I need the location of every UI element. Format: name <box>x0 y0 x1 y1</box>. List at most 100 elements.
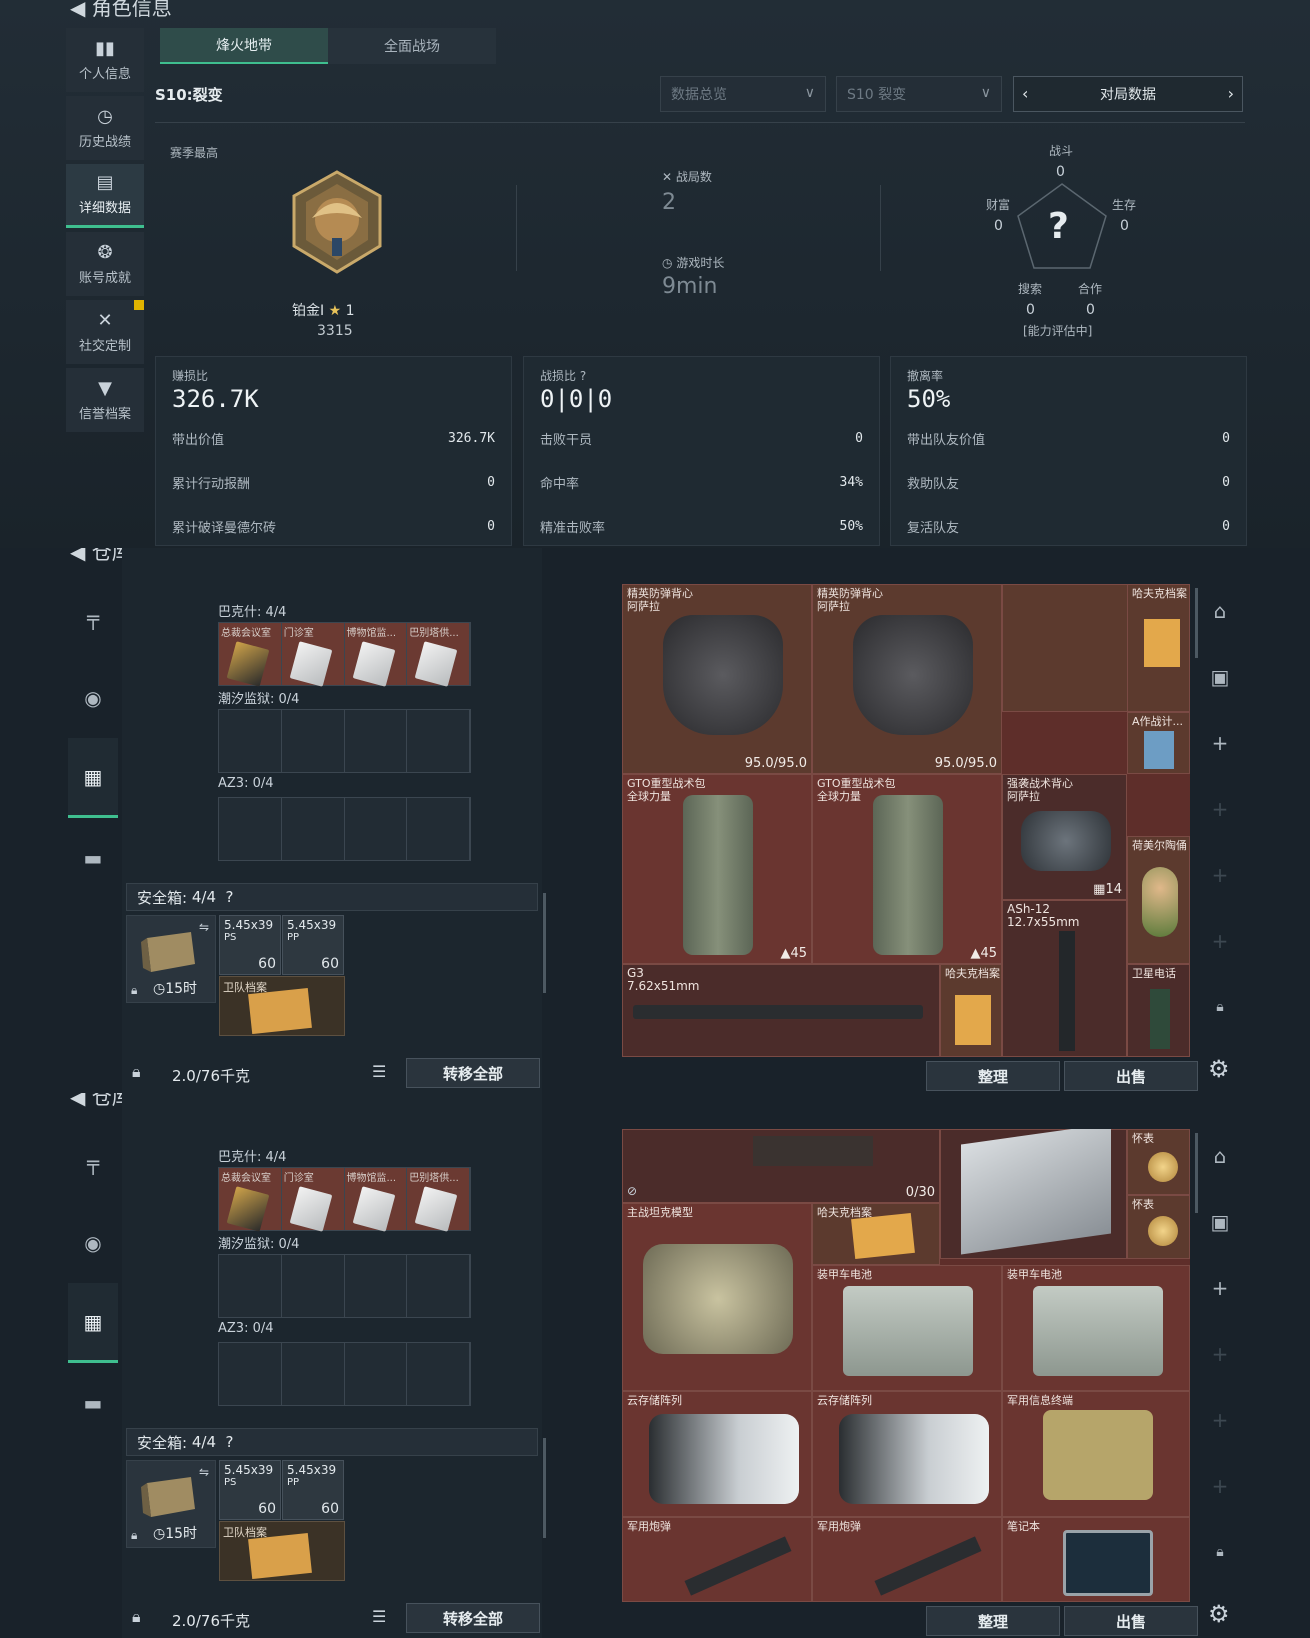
case-grid-chaoxi[interactable] <box>218 709 471 773</box>
hafuk-archive-item[interactable]: 哈夫克档案 <box>812 1203 940 1265</box>
g3-rifle-item[interactable]: G3 7.62x51mm <box>622 964 940 1057</box>
ammo-item[interactable]: 5.45x39 PS 60 <box>219 915 281 975</box>
server-item[interactable] <box>940 1129 1127 1259</box>
helmet-icon[interactable]: ◉ <box>68 658 118 738</box>
tank-model-item[interactable]: 主战坦克模型 <box>622 1203 812 1391</box>
swap-icon[interactable]: ⇋ <box>199 920 209 934</box>
guard-archive-item[interactable]: 卫队档案 <box>219 976 345 1036</box>
swap-icon[interactable]: ⇋ <box>199 1465 209 1479</box>
artillery-shell-item[interactable]: 军用炮弹 <box>622 1517 812 1602</box>
help-icon[interactable]: ? <box>580 369 586 383</box>
warehouse-icon[interactable]: ▦ <box>68 738 118 818</box>
key-card-slot[interactable]: 总裁会议室 <box>219 623 282 687</box>
hafuk-archive-item[interactable]: 哈夫克档案 <box>1127 584 1190 712</box>
sort-button[interactable]: 整理 <box>926 1606 1060 1636</box>
lock-icon[interactable]: 🔒︎ <box>1195 1519 1245 1585</box>
briefcase-icon[interactable]: ▬ <box>68 818 118 898</box>
operation-plan-item[interactable]: A作战计... <box>1127 712 1190 774</box>
warehouse-icon[interactable]: ▦ <box>68 1283 118 1363</box>
gear-icon[interactable]: ⚙ <box>1208 1600 1230 1628</box>
guard-archive-item[interactable]: 卫队档案 <box>219 1521 345 1581</box>
add-icon[interactable]: + <box>1195 1321 1245 1387</box>
gun-icon[interactable]: ╤ <box>68 1123 118 1203</box>
lock-icon[interactable]: 🔒︎ <box>132 1607 141 1627</box>
sidebar-item-history[interactable]: ◷ 历史战绩 <box>66 96 144 160</box>
case-grid-az3[interactable] <box>218 797 471 861</box>
backpack-item[interactable]: GTO重型战术包 全球力量 ▲45 <box>622 774 812 964</box>
add-icon[interactable]: + <box>1195 842 1245 908</box>
camera-icon[interactable]: ▣ <box>1195 1189 1245 1255</box>
military-terminal-item[interactable]: 军用信息终端 <box>1002 1391 1190 1517</box>
armor-vest-item[interactable]: 精英防弹背心 阿萨拉 95.0/95.0 <box>812 584 1002 774</box>
ammo-item[interactable]: 5.45x39 PP 60 <box>282 1460 344 1520</box>
sidebar-item-social[interactable]: ✕ 社交定制 <box>66 300 144 364</box>
help-icon[interactable]: ? <box>226 1433 234 1451</box>
safe-box-slot[interactable]: ⇋ 🔒︎ ◷15时 <box>126 915 216 1003</box>
pocket-watch-item[interactable]: 怀表 <box>1127 1129 1190 1195</box>
ammo-item[interactable]: 5.45x39 PP 60 <box>282 915 344 975</box>
key-card-slot[interactable]: 博物馆监... <box>344 623 408 687</box>
add-icon[interactable]: + <box>1195 908 1245 974</box>
figurine-item[interactable]: 荷美尔陶俑 <box>1127 836 1190 964</box>
stash-icon[interactable]: ⌂ <box>1195 578 1245 644</box>
gun-icon[interactable]: ╤ <box>68 578 118 658</box>
list-icon[interactable]: ☰ <box>372 1607 386 1626</box>
transfer-all-button[interactable]: 转移全部 <box>406 1603 540 1633</box>
sell-button[interactable]: 出售 <box>1064 1606 1198 1636</box>
ash12-item[interactable]: ASh-12 12.7x55mm <box>1002 900 1127 1057</box>
backpack-item[interactable]: GTO重型战术包 全球力量 ▲45 <box>812 774 1002 964</box>
camera-icon[interactable]: ▣ <box>1195 644 1245 710</box>
battery-item[interactable]: 装甲车电池 <box>1002 1265 1190 1391</box>
pocket-watch-item[interactable]: 怀表 <box>1127 1195 1190 1259</box>
chevron-right-icon[interactable]: › <box>1228 84 1234 103</box>
cloud-array-item[interactable]: 云存储阵列 <box>812 1391 1002 1517</box>
ammo-item[interactable]: 5.45x39 PS 60 <box>219 1460 281 1520</box>
match-data-selector[interactable]: ‹ 对局数据 › <box>1013 76 1243 112</box>
lock-icon[interactable]: 🔒︎ <box>132 1062 141 1082</box>
safe-box-slot[interactable]: ⇋ 🔒︎ ◷15时 <box>126 1460 216 1548</box>
briefcase-icon[interactable]: ▬ <box>68 1363 118 1443</box>
armor-vest-item[interactable]: 精英防弹背心 阿萨拉 95.0/95.0 <box>622 584 812 774</box>
key-card-slot[interactable]: 门诊室 <box>281 623 345 687</box>
tab-beacon-zone[interactable]: 烽火地带 <box>160 28 328 64</box>
add-icon[interactable]: + <box>1195 1387 1245 1453</box>
add-icon[interactable]: + <box>1195 710 1245 776</box>
key-card-slot[interactable]: 巴别塔供... <box>407 623 470 687</box>
key-card-slot[interactable]: 博物馆监... <box>344 1168 408 1232</box>
help-icon[interactable]: ? <box>226 888 234 906</box>
transfer-all-button[interactable]: 转移全部 <box>406 1058 540 1088</box>
weapon-slot-item[interactable]: ⊘ 0/30 <box>622 1129 940 1203</box>
sidebar-item-profile[interactable]: ▮▮ 个人信息 <box>66 28 144 92</box>
add-icon[interactable]: + <box>1195 1255 1245 1321</box>
key-card-slot[interactable]: 巴别塔供... <box>407 1168 470 1232</box>
key-card-slot[interactable]: 门诊室 <box>281 1168 345 1232</box>
case-grid-chaoxi[interactable] <box>218 1254 471 1318</box>
lock-icon[interactable]: 🔒︎ <box>1195 974 1245 1040</box>
chest-rig-item[interactable]: 强袭战术背心 阿萨拉 ▦14 <box>1002 774 1127 900</box>
sell-button[interactable]: 出售 <box>1064 1061 1198 1091</box>
gear-icon[interactable]: ⚙ <box>1208 1055 1230 1083</box>
stash-icon[interactable]: ⌂ <box>1195 1123 1245 1189</box>
cloud-array-item[interactable]: 云存储阵列 <box>622 1391 812 1517</box>
scrollbar[interactable] <box>543 893 546 993</box>
case-grid-az3[interactable] <box>218 1342 471 1406</box>
sat-phone-item[interactable]: 卫星电话 <box>1127 964 1190 1057</box>
artillery-shell-item[interactable]: 军用炮弹 <box>812 1517 1002 1602</box>
battery-item[interactable]: 装甲车电池 <box>812 1265 1002 1391</box>
add-icon[interactable]: + <box>1195 1453 1245 1519</box>
header-back-title[interactable]: ◀ 角色信息 <box>70 0 172 21</box>
sidebar-item-achievements[interactable]: ❂ 账号成就 <box>66 232 144 296</box>
add-icon[interactable]: + <box>1195 776 1245 842</box>
tab-full-war[interactable]: 全面战场 <box>328 28 496 64</box>
sort-button[interactable]: 整理 <box>926 1061 1060 1091</box>
key-card-slot[interactable]: 总裁会议室 <box>219 1168 282 1232</box>
sidebar-item-details[interactable]: ▤ 详细数据 <box>66 164 144 228</box>
hafuk-archive-item[interactable]: 哈夫克档案 <box>940 964 1002 1057</box>
list-icon[interactable]: ☰ <box>372 1062 386 1081</box>
chevron-left-icon[interactable]: ‹ <box>1022 84 1028 103</box>
overview-dropdown[interactable]: 数据总览 ∨ <box>660 76 826 112</box>
helmet-icon[interactable]: ◉ <box>68 1203 118 1283</box>
scrollbar[interactable] <box>543 1438 546 1538</box>
sidebar-item-reputation[interactable]: ▼ 信誉档案 <box>66 368 144 432</box>
season-dropdown[interactable]: S10 裂变 ∨ <box>836 76 1002 112</box>
